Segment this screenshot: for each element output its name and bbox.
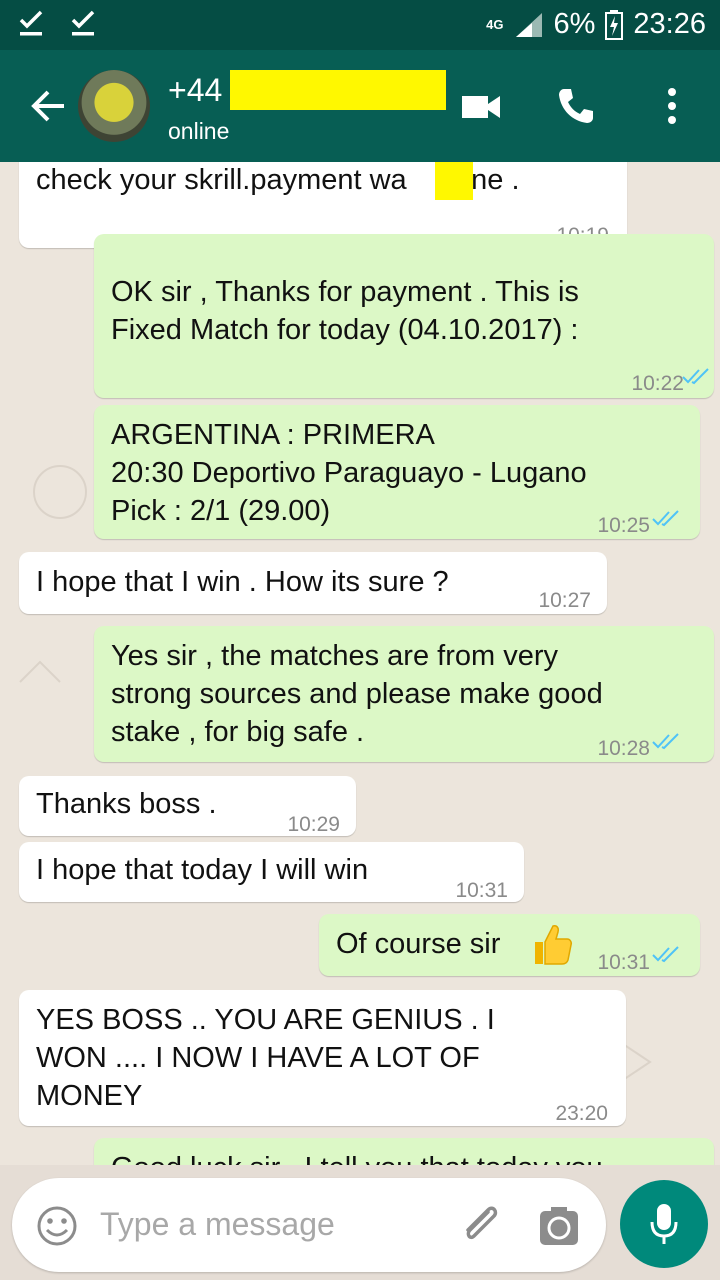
read-ticks-icon xyxy=(652,733,679,750)
check-download-icon xyxy=(19,10,43,36)
thumbs-up-icon xyxy=(535,925,572,965)
message-time: 10:28 xyxy=(597,737,650,760)
message-text: strong sources and please make good xyxy=(111,678,603,710)
message-bubble-outgoing[interactable]: OK sir , Thanks for payment . This is Fi… xyxy=(94,234,714,398)
message-text: stake , for big safe . xyxy=(111,716,365,748)
message-bubble-incoming[interactable]: YES BOSS .. YOU ARE GENIUS . I WON .... … xyxy=(19,990,626,1126)
message-time: 23:20 xyxy=(555,1102,608,1125)
message-input[interactable]: Type a message xyxy=(100,1206,335,1243)
redaction-highlight xyxy=(435,162,473,200)
message-text: I hope that today I will win xyxy=(36,854,369,886)
presence-status: online xyxy=(168,118,230,144)
message-text: OK sir , Thanks for payment . This is xyxy=(111,276,579,308)
message-bubble-outgoing[interactable]: Yes sir , the matches are from very stro… xyxy=(94,626,714,762)
video-call-icon[interactable] xyxy=(460,86,502,126)
message-text: Thanks boss . xyxy=(36,788,217,820)
message-time: 10:27 xyxy=(538,589,591,612)
status-bar: 4G 6% 23:26 xyxy=(0,0,720,50)
battery-percent: 6% xyxy=(553,8,596,40)
message-text: Of course sir xyxy=(336,928,501,960)
phone-icon[interactable] xyxy=(556,86,596,126)
check-download-icon xyxy=(71,10,95,36)
message-bubble-incoming[interactable]: I hope that I win . How its sure ? 10:27 xyxy=(19,552,607,614)
message-time: 10:31 xyxy=(597,951,650,974)
signal-icon xyxy=(515,12,542,37)
read-ticks-icon xyxy=(652,946,679,963)
message-text: Good luck sir , I tell you that today yo… xyxy=(111,1150,603,1165)
emoji-icon[interactable] xyxy=(36,1205,78,1247)
message-text: MONEY xyxy=(36,1080,143,1112)
attach-icon[interactable] xyxy=(458,1202,502,1248)
back-arrow-icon[interactable] xyxy=(28,86,68,126)
message-time: 10:29 xyxy=(287,813,340,836)
camera-icon[interactable] xyxy=(538,1205,580,1247)
mic-icon xyxy=(650,1204,678,1244)
more-vert-icon[interactable] xyxy=(666,86,678,126)
message-time: 10:25 xyxy=(597,514,650,537)
read-ticks-icon xyxy=(682,368,709,385)
message-text: ARGENTINA : PRIMERA xyxy=(111,419,435,451)
chat-header: +44 online xyxy=(0,50,720,162)
message-bubble-incoming[interactable]: Thanks boss . 10:29 xyxy=(19,776,356,836)
message-bubble-outgoing[interactable]: Good luck sir , I tell you that today yo… xyxy=(94,1138,714,1165)
message-text: Yes sir , the matches are from very xyxy=(111,640,558,672)
contact-name[interactable]: +44 xyxy=(168,72,222,109)
clock: 23:26 xyxy=(633,8,706,40)
message-time: 10:31 xyxy=(455,879,508,902)
message-text: I hope that I win . How its sure ? xyxy=(36,566,449,598)
network-type: 4G xyxy=(486,17,504,32)
message-text: Pick : 2/1 (29.00) xyxy=(111,495,331,527)
redaction-highlight xyxy=(230,70,446,110)
message-text: Fixed Match for today (04.10.2017) : xyxy=(111,314,579,346)
message-text: YES BOSS .. YOU ARE GENIUS . I xyxy=(36,1004,495,1036)
message-time: 10:22 xyxy=(631,372,684,395)
message-text: WON .... I NOW I HAVE A LOT OF xyxy=(36,1042,480,1074)
message-bubble-outgoing[interactable]: ARGENTINA : PRIMERA 20:30 Deportivo Para… xyxy=(94,405,700,539)
chat-area[interactable]: check your skrill.payment wa done . 10:1… xyxy=(0,162,720,1165)
message-bubble-outgoing[interactable]: Of course sir 10:31 xyxy=(319,914,700,976)
message-text: 20:30 Deportivo Paraguayo - Lugano xyxy=(111,457,587,489)
message-input-bar[interactable]: Type a message xyxy=(12,1178,606,1272)
message-bubble-incoming[interactable]: I hope that today I will win 10:31 xyxy=(19,842,524,902)
notification-icons xyxy=(18,10,96,38)
mic-button[interactable] xyxy=(620,1180,708,1268)
read-ticks-icon xyxy=(652,510,679,527)
avatar[interactable] xyxy=(78,70,150,142)
battery-charging-icon xyxy=(605,9,624,40)
